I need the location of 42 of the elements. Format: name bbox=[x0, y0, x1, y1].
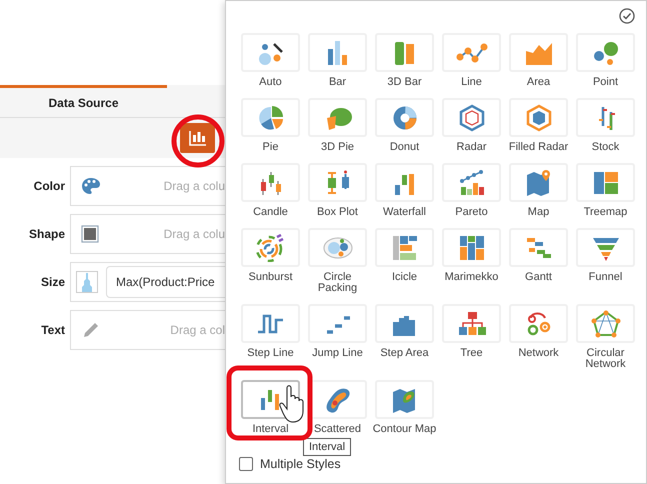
chart-type-label: Box Plot bbox=[316, 207, 359, 218]
tooltip: Interval bbox=[303, 438, 352, 456]
chart-type-label: Treemap bbox=[582, 207, 628, 218]
chart-type-label: Filled Radar bbox=[508, 142, 570, 153]
chart-type-label: Sunburst bbox=[247, 272, 294, 283]
chart-type-label: Jump Line bbox=[311, 348, 364, 359]
chart-type-label: 3D Pie bbox=[320, 142, 356, 153]
chart-type-label: Step Line bbox=[246, 348, 295, 359]
chart-type-label: Point bbox=[592, 77, 620, 88]
chart-type-label: Donut bbox=[388, 142, 420, 153]
chart-type-label: Scattered bbox=[312, 424, 362, 435]
chart-type-label: Marimekko bbox=[444, 272, 500, 283]
binding-label: Text bbox=[40, 322, 66, 339]
chart-type-label: Gantt bbox=[524, 272, 553, 283]
binding-label: Color bbox=[32, 178, 66, 195]
drop-field[interactable]: Drag a col bbox=[70, 310, 225, 350]
chart-type-label: Interval bbox=[251, 424, 290, 435]
drop-field[interactable]: Drag a colu bbox=[70, 214, 225, 254]
drop-field[interactable]: Drag a colu bbox=[70, 166, 225, 206]
chart-type-label: Tree bbox=[459, 348, 484, 359]
binding-label: Size bbox=[40, 274, 66, 291]
chart-type-label: Step Area bbox=[379, 348, 430, 359]
chart-type-label: Line bbox=[460, 77, 483, 88]
chart-type-label: Bar bbox=[328, 77, 348, 88]
chart-type-label: Network bbox=[517, 348, 560, 359]
chart-type-label: Circular Network bbox=[584, 348, 627, 370]
chart-type-label: Waterfall bbox=[382, 207, 427, 218]
chart-type-label: Candle bbox=[252, 207, 289, 218]
chart-type-label: Contour Map bbox=[372, 424, 438, 435]
binding-label: Shape bbox=[28, 226, 66, 243]
chart-type-label: Pareto bbox=[454, 207, 489, 218]
chart-type-label: Radar bbox=[456, 142, 488, 153]
chart-type-label: 3D Bar bbox=[386, 77, 423, 88]
chart-type-label: Area bbox=[526, 77, 552, 88]
chart-type-label: Auto bbox=[258, 77, 283, 88]
chart-type-label: Map bbox=[526, 207, 550, 218]
chart-type-label: Stock bbox=[590, 142, 620, 153]
chart-type-label: Funnel bbox=[588, 272, 624, 283]
chart-type-label: Icicle bbox=[390, 272, 418, 283]
chart-type-label: Circle Packing bbox=[316, 272, 358, 294]
chart-type-label: Pie bbox=[262, 142, 280, 153]
multiple-styles-label: Multiple Styles bbox=[260, 456, 341, 473]
